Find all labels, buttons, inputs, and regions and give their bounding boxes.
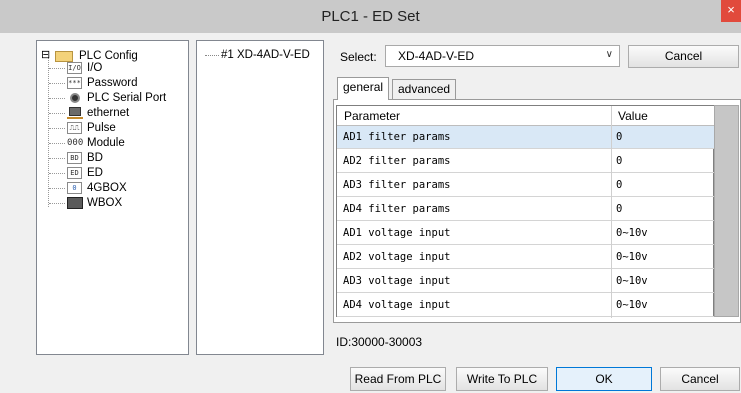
table-row[interactable]: AD4 filter params 0 [337,198,715,221]
table-row[interactable]: AD2 voltage input 0~10v [337,246,715,269]
cancel-button[interactable]: Cancel [660,367,740,391]
slot-connector [205,55,219,56]
column-divider [611,106,612,318]
table-row[interactable]: AD4 voltage input 0~10v [337,294,715,317]
tree-item-label: PLC Serial Port [87,92,167,104]
4gbox-icon: 0 [67,182,82,194]
ethernet-icon [69,107,81,116]
tree-item-label: 4GBOX [87,182,127,194]
tree-item-password[interactable]: *** Password [67,76,182,90]
tree-item-io[interactable]: I/O I/O [67,61,182,75]
read-from-plc-button[interactable]: Read From PLC [350,367,446,391]
module-select-value: XD-4AD-V-ED [398,49,475,63]
table-row[interactable]: AD1 voltage input 0~10v [337,222,715,245]
table-row[interactable]: AD3 voltage input 0~10v [337,270,715,293]
tab-advanced[interactable]: advanced [392,79,457,100]
param-cell: AD1 filter params [343,131,451,143]
tree-item-4gbox[interactable]: 0 4GBOX [67,181,182,195]
table-row[interactable]: AD1 filter params 0 [337,126,715,149]
tree-connector [48,57,49,207]
param-cell: AD2 voltage input [343,251,451,263]
table-row[interactable]: AD2 filter params 0 [337,150,715,173]
tree-item-ethernet[interactable]: ethernet [67,106,182,120]
value-cell[interactable]: 0 [616,155,622,167]
window-title: PLC1 - ED Set [321,8,420,25]
write-to-plc-button[interactable]: Write To PLC [456,367,548,391]
module-select[interactable]: XD-4AD-V-ED ∨ [385,45,620,67]
value-cell[interactable]: 0~10v [616,275,648,287]
ok-button[interactable]: OK [556,367,652,391]
bd-icon: BD [67,152,82,164]
password-icon: *** [67,77,82,89]
close-icon[interactable]: × [721,0,741,22]
table-row[interactable]: AD3 filter params 0 [337,174,715,197]
param-table: Parameter Value AD1 filter params 0 AD2 … [336,105,715,318]
value-cell[interactable]: 0 [616,131,622,143]
column-header-parameter[interactable]: Parameter [344,109,400,123]
column-header-value[interactable]: Value [618,109,648,123]
module-icon: 000 [67,138,84,148]
param-cell: AD4 voltage input [343,299,451,311]
collapse-icon[interactable]: ⊟ [41,48,50,62]
tree-item-label: Module [87,137,125,149]
tree-item-label: Pulse [87,122,116,134]
tree-item-plc-serial-port[interactable]: PLC Serial Port [67,91,187,105]
tab-general[interactable]: general [337,77,390,100]
tree-item-label: BD [87,152,103,164]
config-tree: ⊟ PLC Config I/O I/O *** Password PLC Se… [36,40,189,355]
value-cell[interactable]: 0 [616,203,622,215]
slot-item-1[interactable]: #1 XD-4AD-V-ED [221,49,310,61]
table-header: Parameter Value [337,106,715,126]
tree-item-label: ethernet [87,107,130,119]
tree-item-label: Password [87,77,138,89]
id-range-label: ID:30000-30003 [336,335,423,349]
tree-item-module[interactable]: 000 Module [67,136,182,150]
param-cell: AD3 voltage input [343,275,451,287]
title-bar: PLC1 - ED Set × [0,0,741,33]
param-cell: AD2 filter params [343,155,451,167]
param-cell: AD4 filter params [343,203,451,215]
value-cell[interactable]: 0~10v [616,299,648,311]
chevron-down-icon[interactable]: ∨ [606,49,613,60]
ethernet-icon-base [67,117,83,119]
value-cell[interactable]: 0 [616,179,622,191]
pulse-icon: ⎍⎍ [67,122,82,134]
tree-item-wbox[interactable]: WBOX [67,196,182,210]
tree-item-label: WBOX [87,197,123,209]
select-label: Select: [340,50,377,64]
table-scrollbar[interactable] [714,105,739,317]
wbox-icon [67,197,83,209]
tree-item-pulse[interactable]: ⎍⎍ Pulse [67,121,182,135]
serial-port-icon [70,93,80,103]
tree-item-label: I/O [87,62,103,74]
param-cell: AD1 voltage input [343,227,451,239]
tree-item-label: ED [87,167,103,179]
io-icon: I/O [67,62,82,74]
cancel-select-button[interactable]: Cancel [628,45,739,68]
value-cell[interactable]: 0~10v [616,251,648,263]
tree-item-bd[interactable]: BD BD [67,151,182,165]
tree-item-ed[interactable]: ED ED [67,166,182,180]
value-cell[interactable]: 0~10v [616,227,648,239]
ed-icon: ED [67,167,82,179]
module-slot-list: #1 XD-4AD-V-ED [196,40,324,355]
param-cell: AD3 filter params [343,179,451,191]
